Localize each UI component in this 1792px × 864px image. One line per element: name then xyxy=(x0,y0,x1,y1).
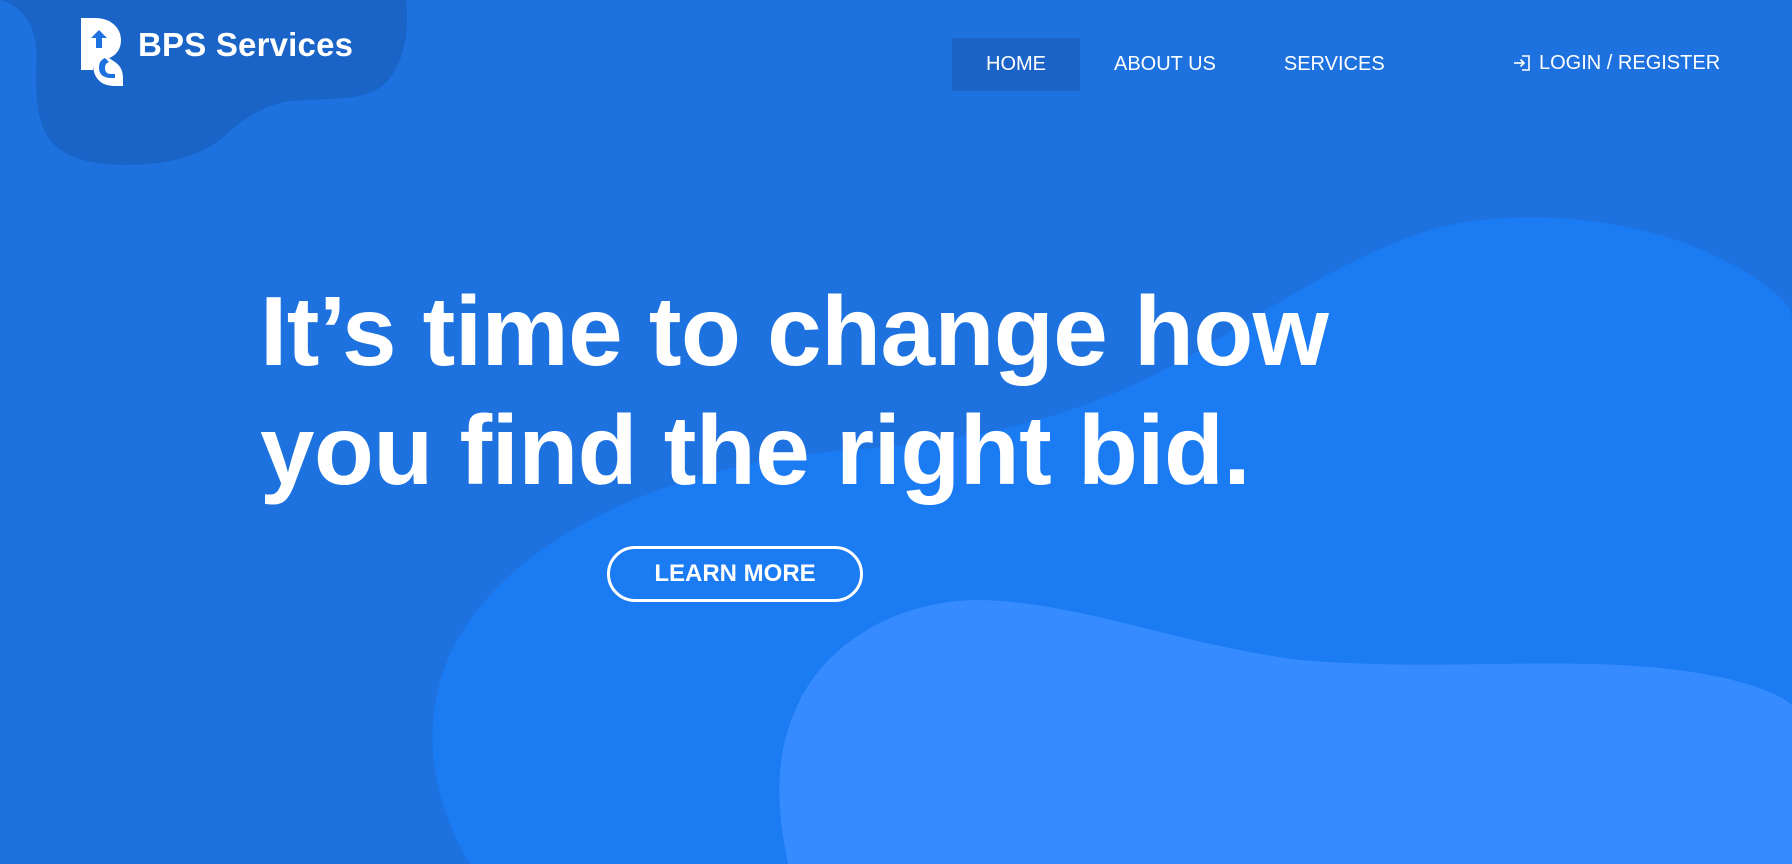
hero-section: BPS Services HOME ABOUT US SERVICES LOGI… xyxy=(0,0,1792,864)
bps-logo-icon xyxy=(81,18,123,86)
hero-headline-line-2: you find the right bid. xyxy=(260,395,1251,505)
login-register-link[interactable]: LOGIN / REGISTER xyxy=(1512,48,1720,78)
nav-item-home[interactable]: HOME xyxy=(952,38,1080,91)
hero-headline: It’s time to change how you find the rig… xyxy=(260,272,1360,510)
nav-item-services[interactable]: SERVICES xyxy=(1250,38,1419,91)
brand-name: BPS Services xyxy=(138,25,354,63)
login-register-label: LOGIN / REGISTER xyxy=(1539,51,1721,74)
main-nav: HOME ABOUT US SERVICES xyxy=(952,38,1419,91)
brand-link[interactable]: BPS Services xyxy=(81,17,353,87)
learn-more-button[interactable]: LEARN MORE xyxy=(607,546,863,602)
login-icon xyxy=(1514,55,1530,71)
nav-item-about-us[interactable]: ABOUT US xyxy=(1080,38,1250,91)
hero-headline-line-1: It’s time to change how xyxy=(260,276,1329,386)
